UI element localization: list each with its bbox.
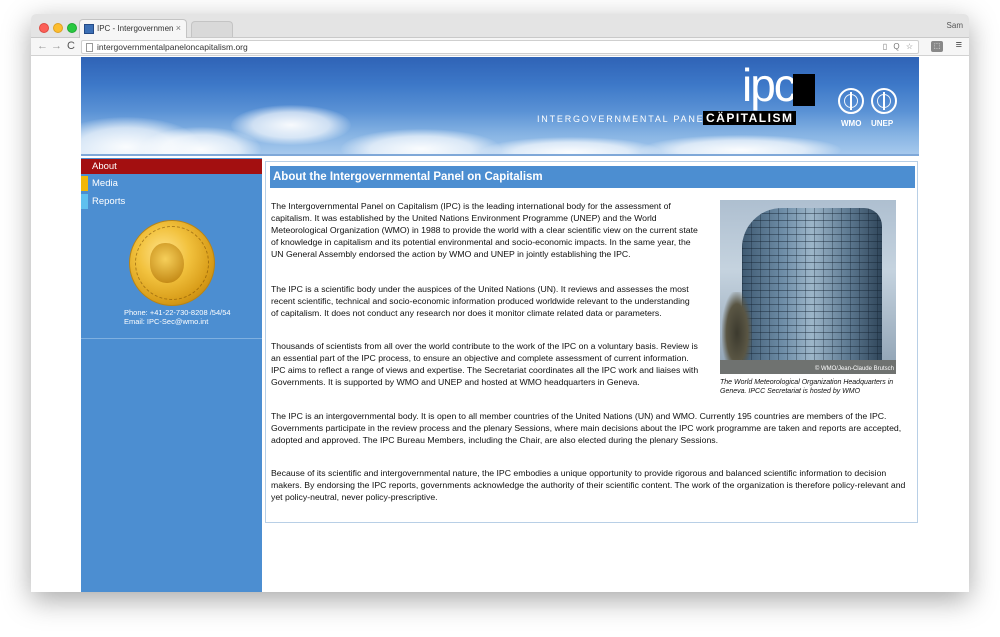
window-maximize-button[interactable] — [67, 23, 77, 33]
photo-credit: © WMO/Jean-Claude Brutsch — [814, 366, 894, 372]
wmo-label: WMO — [841, 119, 862, 128]
menu-icon[interactable]: ≡ — [956, 39, 962, 51]
paragraph: The IPC is a scientific body under the a… — [271, 284, 690, 318]
new-tab-button[interactable] — [191, 21, 233, 37]
sidebar-item-label: Media — [92, 178, 118, 189]
nobel-medal-image — [129, 220, 215, 306]
browser-window: IPC - Intergovernmental Pa × Sam ← → C i… — [31, 14, 969, 592]
header-tagline-emphasis: CÄPITALISM — [703, 111, 797, 125]
unep-label: UNEP — [871, 119, 894, 128]
cloud-image — [641, 135, 841, 156]
nav-stripe — [81, 159, 88, 174]
cloud-image — [231, 105, 351, 145]
emblem-bar — [883, 92, 885, 110]
address-bar[interactable]: intergovernmentalpaneloncapitalism.org ▯… — [81, 40, 919, 54]
paragraph: Because of its scientific and intergover… — [271, 468, 906, 502]
nav-stripe — [81, 176, 88, 191]
paragraph: Thousands of scientists from all over th… — [271, 341, 699, 387]
favicon-icon — [84, 24, 94, 34]
logo-redaction-block — [793, 74, 815, 106]
paragraph: The Intergovernmental Panel on Capitalis… — [271, 201, 698, 259]
medal-portrait — [150, 243, 184, 283]
window-minimize-button[interactable] — [53, 23, 63, 33]
paragraph: The IPC is an intergovernmental body. It… — [271, 411, 902, 445]
unep-emblem-icon[interactable] — [871, 88, 897, 114]
contact-email[interactable]: Email: IPC-Sec@wmo.int — [124, 317, 208, 326]
page-title: About the Intergovernmental Panel on Cap… — [270, 166, 915, 188]
sidebar-item-reports[interactable]: Reports — [81, 194, 262, 209]
emblem-bar — [850, 92, 852, 110]
web-page: ipc INTERGOVERNMENTAL PANEL ON CÄPITALIS… — [31, 57, 969, 592]
extension-icon[interactable]: ⬚ — [931, 41, 943, 52]
forward-icon[interactable]: → — [51, 40, 62, 53]
wmo-building-photo: © WMO/Jean-Claude Brutsch — [720, 200, 896, 374]
window-close-button[interactable] — [39, 23, 49, 33]
main-content: About the Intergovernmental Panel on Cap… — [265, 161, 918, 523]
profile-name[interactable]: Sam — [947, 21, 963, 30]
sidebar-divider — [81, 338, 262, 339]
sidebar-item-media[interactable]: Media — [81, 176, 262, 191]
page-icon — [86, 43, 93, 52]
nav-stripe — [81, 194, 88, 209]
sidebar: About Media Reports Phone: +41-22-730-82… — [81, 158, 262, 592]
tab-title: IPC - Intergovernmental Pa — [97, 24, 173, 33]
site-header-banner: ipc INTERGOVERNMENTAL PANEL ON CÄPITALIS… — [81, 57, 919, 156]
header-divider — [81, 154, 919, 156]
back-icon[interactable]: ← — [37, 40, 48, 53]
building-glass-grid — [742, 208, 882, 368]
sidebar-item-about[interactable]: About — [81, 159, 262, 174]
tab-strip: IPC - Intergovernmental Pa × Sam — [31, 14, 969, 38]
browser-toolbar: ← → C intergovernmentalpaneloncapitalism… — [31, 38, 969, 56]
cloud-image — [341, 129, 501, 156]
sidebar-item-label: About — [92, 161, 117, 172]
url-text[interactable]: intergovernmentalpaneloncapitalism.org — [97, 42, 248, 52]
wmo-emblem-icon[interactable] — [838, 88, 864, 114]
tab-close-icon[interactable]: × — [176, 23, 181, 33]
reload-icon[interactable]: C — [67, 40, 75, 53]
contact-phone: Phone: +41-22-730-8208 /54/54 — [124, 308, 231, 317]
ipc-logo[interactable]: ipc — [742, 61, 797, 109]
bookmark-star-icon[interactable]: ▯ Q ☆ — [883, 42, 915, 51]
sidebar-item-label: Reports — [92, 196, 126, 207]
browser-tab[interactable]: IPC - Intergovernmental Pa × — [79, 19, 187, 38]
photo-caption: The World Meteorological Organization He… — [720, 379, 894, 395]
